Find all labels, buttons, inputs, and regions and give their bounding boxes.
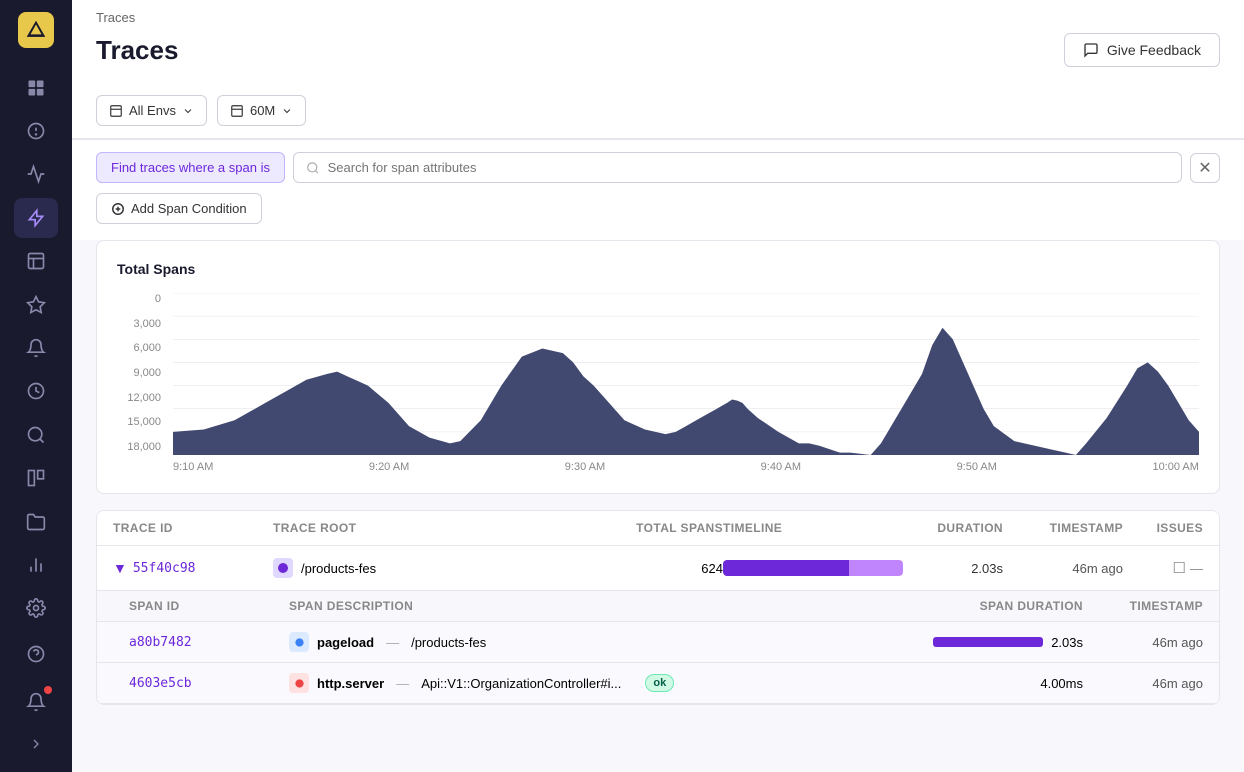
- th-span-id: SPAN ID: [129, 599, 289, 613]
- logo[interactable]: [18, 12, 54, 48]
- th-span-duration: SPAN DURATION: [933, 599, 1083, 613]
- issues-cell: ☐ —: [1123, 559, 1203, 577]
- total-spans-chart: Total Spans 18,000 15,000 12,000 9,000 6…: [96, 240, 1220, 494]
- sidebar-item-help[interactable]: [14, 632, 58, 676]
- issues-comment-icon[interactable]: ☐: [1173, 559, 1186, 577]
- total-spans-value: 624: [603, 561, 723, 576]
- th-trace-root: TRACE ROOT: [273, 521, 603, 535]
- th-timeline: TIMELINE: [723, 521, 903, 535]
- filters-bar: All Envs 60M: [72, 83, 1244, 139]
- expand-chevron-icon[interactable]: ▼: [113, 560, 127, 576]
- chart-y-axis: 18,000 15,000 12,000 9,000 6,000 3,000 0: [117, 293, 161, 473]
- span-duration-cell-1: 2.03s: [933, 635, 1083, 650]
- search-section: Find traces where a span is ✕: [72, 140, 1244, 183]
- th-total-spans: TOTAL SPANS: [603, 521, 723, 535]
- sidebar-item-traces[interactable]: [14, 198, 58, 237]
- th-span-description: SPAN DESCRIPTION: [289, 599, 933, 613]
- trace-root-icon: [273, 558, 293, 578]
- span-desc-pageload: pageload — /products-fes: [289, 632, 933, 652]
- traces-table: TRACE ID TRACE ROOT TOTAL SPANS TIMELINE…: [96, 510, 1220, 705]
- th-timestamp: TIMESTAMP: [1003, 521, 1123, 535]
- sidebar-item-alerts[interactable]: [14, 328, 58, 367]
- span-subheader-row: SPAN ID SPAN DESCRIPTION SPAN DURATION T…: [97, 591, 1219, 622]
- timeline-cell: [723, 560, 903, 576]
- sidebar-item-files[interactable]: [14, 502, 58, 541]
- trace-id-link[interactable]: 55f40c98: [133, 561, 196, 576]
- sidebar-item-boards[interactable]: [14, 459, 58, 498]
- table-header-row: TRACE ID TRACE ROOT TOTAL SPANS TIMELINE…: [97, 511, 1219, 546]
- page-header: Traces Give Feedback: [72, 25, 1244, 83]
- main-content: Traces Traces Give Feedback All Envs 60M: [72, 0, 1244, 772]
- search-input[interactable]: [328, 160, 1169, 175]
- env-icon: [109, 104, 123, 118]
- sidebar-item-performance[interactable]: [14, 155, 58, 194]
- status-badge-ok: ok: [645, 674, 674, 692]
- chart-title: Total Spans: [117, 261, 1199, 277]
- span-row-http: 4603e5cb http.server — Api::V1::Organiza…: [97, 663, 1219, 704]
- sidebar-expand-btn[interactable]: [14, 728, 58, 760]
- th-issues: ISSUES: [1123, 521, 1203, 535]
- chevron-down-icon-2: [281, 105, 293, 117]
- sidebar-item-stats[interactable]: [14, 545, 58, 584]
- add-span-condition-button[interactable]: Add Span Condition: [96, 193, 262, 224]
- duration-value: 2.03s: [903, 561, 1003, 576]
- chart-x-axis: 9:10 AM 9:20 AM 9:30 AM 9:40 AM 9:50 AM …: [173, 455, 1199, 473]
- sidebar-item-issues[interactable]: [14, 111, 58, 150]
- env-filter-button[interactable]: All Envs: [96, 95, 207, 126]
- span-duration-cell-2: 4.00ms: [933, 676, 1083, 691]
- search-icon: [306, 161, 320, 175]
- sidebar-item-queries[interactable]: [14, 242, 58, 281]
- sidebar: [0, 0, 72, 772]
- feedback-icon: [1083, 42, 1099, 58]
- th-span-timestamp: TIMESTAMP: [1083, 599, 1203, 613]
- sidebar-item-settings[interactable]: [14, 589, 58, 628]
- th-trace-id: TRACE ID: [113, 521, 273, 535]
- chart-svg: [173, 293, 1199, 455]
- trace-root-cell: /products-fes: [273, 558, 603, 578]
- span-desc-http: http.server — Api::V1::OrganizationContr…: [289, 673, 933, 693]
- notification-badge: [44, 686, 52, 694]
- th-duration: DURATION: [903, 521, 1003, 535]
- span-id-link-1[interactable]: a80b7482: [129, 635, 289, 650]
- plus-circle-icon: [111, 202, 125, 216]
- give-feedback-button[interactable]: Give Feedback: [1064, 33, 1220, 67]
- span-row-pageload: a80b7482 pageload — /products-fes 2.03s …: [97, 622, 1219, 663]
- chevron-down-icon: [182, 105, 194, 117]
- search-input-wrap[interactable]: [293, 152, 1182, 183]
- find-traces-label: Find traces where a span is: [96, 152, 285, 183]
- clock-icon: [230, 104, 244, 118]
- chart-body: 9:10 AM 9:20 AM 9:30 AM 9:40 AM 9:50 AM …: [173, 293, 1199, 473]
- table-row: ▼ 55f40c98 /products-fes 624 2.03s: [97, 546, 1219, 591]
- http-server-icon: [289, 673, 309, 693]
- clear-search-button[interactable]: ✕: [1190, 153, 1220, 183]
- breadcrumb: Traces: [72, 0, 1244, 25]
- sidebar-item-discover[interactable]: [14, 415, 58, 454]
- pageload-icon: [289, 632, 309, 652]
- content-area: Total Spans 18,000 15,000 12,000 9,000 6…: [72, 240, 1244, 772]
- sidebar-item-notifications[interactable]: [14, 680, 58, 724]
- page-title: Traces: [96, 35, 178, 66]
- sidebar-item-crons[interactable]: [14, 372, 58, 411]
- timestamp-value: 46m ago: [1003, 561, 1123, 576]
- span-id-link-2[interactable]: 4603e5cb: [129, 676, 289, 691]
- sidebar-item-dashboard[interactable]: [14, 68, 58, 107]
- span-timestamp-1: 46m ago: [1083, 635, 1203, 650]
- time-filter-button[interactable]: 60M: [217, 95, 306, 126]
- trace-id-cell: ▼ 55f40c98: [113, 560, 273, 576]
- header-area: Traces Traces Give Feedback All Envs 60M: [72, 0, 1244, 140]
- sidebar-item-releases[interactable]: [14, 285, 58, 324]
- add-condition-row: Add Span Condition: [72, 183, 1244, 240]
- span-timestamp-2: 46m ago: [1083, 676, 1203, 691]
